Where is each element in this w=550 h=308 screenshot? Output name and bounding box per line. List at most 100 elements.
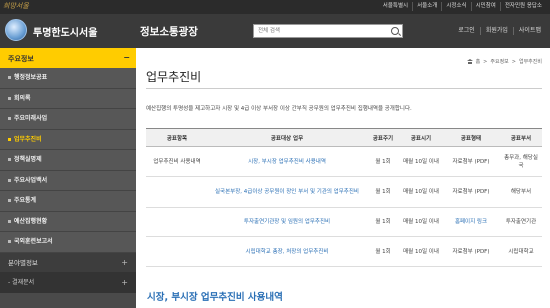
bullet-icon xyxy=(8,199,11,202)
breadcrumb: 홈 > 주요정보 > 업무추진비 xyxy=(466,58,542,65)
search-box xyxy=(253,24,403,38)
bullet-icon xyxy=(8,240,11,243)
breadcrumb-main-info[interactable]: 주요정보 xyxy=(490,58,508,65)
site-title[interactable]: 투명한도시서울 xyxy=(33,24,97,39)
site-logo-icon[interactable] xyxy=(5,19,27,41)
cell-target-link[interactable]: 시장, 부시장 업무추진비 사용내역 xyxy=(208,146,366,177)
sidebar-item-label: 주요사업백서 xyxy=(14,176,48,184)
cell-timing: 매월 10일 이내 xyxy=(400,207,442,237)
sidebar-sub-label: - 결재문서 xyxy=(8,278,35,286)
table-row: 시립대학교 총장, 처장의 업무추진비 월 1회 매월 10일 이내 자료첨부 … xyxy=(146,236,542,267)
sitemap-link[interactable]: 사이트맵 xyxy=(512,27,546,35)
cell-dept: 시립대학교 xyxy=(500,236,542,267)
cell-timing: 매월 10일 이내 xyxy=(400,146,442,177)
cell-cycle: 월 1회 xyxy=(366,176,400,208)
intro-text: 예산집행의 투명성을 제고하고자 시장 및 4급 이상 부서장 이상 간부직 공… xyxy=(146,106,412,112)
column-header: 공표항목 xyxy=(146,128,208,147)
cell-cycle: 월 1회 xyxy=(366,146,400,177)
cell-form-link[interactable]: 홈페이지 링크 xyxy=(442,207,500,237)
sidebar: 주요정보 − 행정정보공표 회의록 주요미래사업 업무추진비 정책실명제 주요사… xyxy=(0,48,136,308)
title-divider xyxy=(146,88,542,89)
site-header: 투명한도시서울 정보소통광장 로그인 회원가입 사이트맵 xyxy=(0,14,550,48)
util-link-seoul[interactable]: 서울특별시 xyxy=(379,2,412,11)
sidebar-item-statistics[interactable]: 주요통계 xyxy=(0,191,136,212)
expand-icon[interactable]: + xyxy=(121,253,128,273)
bullet-icon xyxy=(8,219,11,223)
cell-form: 자료첨부 (PDF) xyxy=(442,236,500,267)
cell-target-link[interactable]: 실국본부장, 4급이상 공무원이 장인 부서 및 기관의 업무추진비 xyxy=(208,176,366,208)
cell-item xyxy=(146,176,208,208)
signup-link[interactable]: 회원가입 xyxy=(479,27,513,35)
login-link[interactable]: 로그인 xyxy=(453,27,480,35)
sidebar-item-future-projects[interactable]: 주요미래사업 xyxy=(0,109,136,130)
brand-logo[interactable]: 희망서울 xyxy=(3,1,29,11)
sidebar-item-label: 주요미래사업 xyxy=(14,115,48,122)
cell-item xyxy=(146,207,208,237)
breadcrumb-separator: > xyxy=(483,58,488,65)
home-icon[interactable] xyxy=(466,59,473,64)
column-header: 공표부서 xyxy=(500,128,542,147)
search-input[interactable] xyxy=(254,25,384,37)
breadcrumb-current: 업무추진비 xyxy=(518,59,542,65)
sidebar-item-policy-realname[interactable]: 정책실명제 xyxy=(0,150,136,171)
sidebar-item-overseas-training[interactable]: 국외훈련보고서 xyxy=(0,232,136,253)
cell-cycle: 월 1회 xyxy=(366,207,400,237)
sidebar-item-white-paper[interactable]: 주요사업백서 xyxy=(0,170,136,191)
cell-dept: 투자출연기관 xyxy=(500,207,542,237)
expand-icon[interactable]: + xyxy=(121,273,128,293)
sidebar-section-main-info[interactable]: 주요정보 − xyxy=(0,48,136,68)
cell-timing: 매월 10일 이내 xyxy=(400,176,442,208)
sidebar-item-label: 국외훈련보고서 xyxy=(14,238,53,245)
sidebar-item-label: 행정정보공표 xyxy=(14,74,48,81)
cell-form: 자료첨부 (PDF) xyxy=(442,176,500,208)
column-header: 공표주기 xyxy=(366,128,400,147)
column-header: 공표시기 xyxy=(400,128,442,147)
cell-item: 업무추진비 사용내역 xyxy=(146,146,208,177)
sidebar-sub-approval-docs[interactable]: - 결재문서 + xyxy=(0,272,136,293)
cell-form: 자료첨부 (PDF) xyxy=(442,146,500,177)
sidebar-item-label: 주요통계 xyxy=(14,197,37,204)
column-header: 공표대상 업무 xyxy=(208,128,366,147)
cell-item xyxy=(146,236,208,267)
sidebar-item-label: 정책실명제 xyxy=(14,156,42,163)
cell-timing: 매월 10일 이내 xyxy=(400,236,442,267)
cell-cycle: 월 1회 xyxy=(366,236,400,267)
disclosure-table: 공표항목 공표대상 업무 공표주기 공표시기 공표형태 공표부서 업무추진비 사… xyxy=(146,128,542,267)
sidebar-item-budget-execution[interactable]: 예산집행현황 xyxy=(0,211,136,232)
collapse-icon[interactable]: − xyxy=(123,53,130,62)
cell-dept: 해당부서 xyxy=(500,176,542,208)
sidebar-group-field-info[interactable]: 분야별정보 + xyxy=(0,252,136,273)
util-link-civil-complaint[interactable]: 전자민원 응답소 xyxy=(499,2,546,11)
table-header-row: 공표항목 공표대상 업무 공표주기 공표시기 공표형태 공표부서 xyxy=(146,128,542,147)
bullet-icon xyxy=(8,76,11,79)
cell-target-link[interactable]: 투자출연기관장 및 임원의 업무추진비 xyxy=(208,207,366,237)
sidebar-item-business-expenses[interactable]: 업무추진비 xyxy=(0,129,136,150)
bullet-icon xyxy=(8,96,11,100)
cell-dept: 총무과, 해당실국 xyxy=(500,146,542,177)
table-row: 업무추진비 사용내역 시장, 부시장 업무추진비 사용내역 월 1회 매월 10… xyxy=(146,146,542,177)
util-link-news[interactable]: 시정소식 xyxy=(441,2,470,11)
util-link-about[interactable]: 서울소개 xyxy=(412,2,441,11)
breadcrumb-home[interactable]: 홈 xyxy=(476,58,481,65)
sidebar-item-label: 회의록 xyxy=(14,94,31,102)
bullet-icon xyxy=(8,137,11,141)
utility-links: 서울특별시 서울소개 시정소식 시민참여 전자민원 응답소 xyxy=(379,2,546,11)
sidebar-section-label: 주요정보 xyxy=(8,55,34,63)
sidebar-item-admin-info[interactable]: 행정정보공표 xyxy=(0,68,136,89)
sidebar-group-label: 분야별정보 xyxy=(8,258,38,267)
table-row: 실국본부장, 4급이상 공무원이 장인 부서 및 기관의 업무추진비 월 1회 … xyxy=(146,176,542,208)
top-utility-bar: 희망서울 서울특별시 서울소개 시정소식 시민참여 전자민원 응답소 xyxy=(0,0,550,14)
column-header: 공표형태 xyxy=(442,128,500,147)
sidebar-item-label: 예산집행현황 xyxy=(14,217,48,225)
table-row: 투자출연기관장 및 임원의 업무추진비 월 1회 매월 10일 이내 홈페이지 … xyxy=(146,207,542,237)
cell-target-link[interactable]: 시립대학교 총장, 처장의 업무추진비 xyxy=(208,236,366,267)
section-title[interactable]: 정보소통광장 xyxy=(140,24,198,39)
section-heading-mayor-expenses: 시장, 부시장 업무추진비 사용내역 xyxy=(147,292,283,303)
breadcrumb-separator: > xyxy=(511,58,516,65)
bullet-icon xyxy=(8,158,11,161)
util-link-participation[interactable]: 시민참여 xyxy=(470,2,500,11)
sidebar-item-minutes[interactable]: 회의록 xyxy=(0,88,136,109)
bullet-icon xyxy=(8,117,11,120)
header-links: 로그인 회원가입 사이트맵 xyxy=(453,27,546,35)
search-icon[interactable] xyxy=(391,27,399,35)
